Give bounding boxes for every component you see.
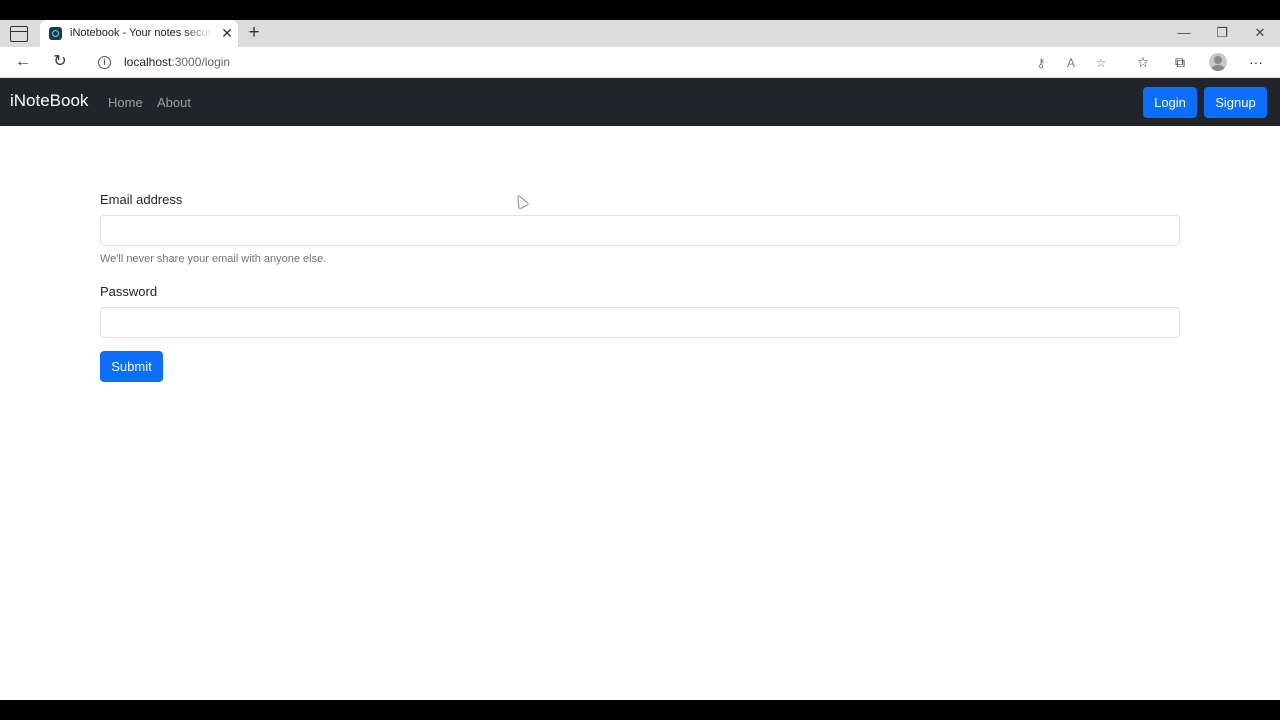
react-favicon-icon bbox=[49, 27, 62, 40]
url-host: localhost bbox=[124, 55, 172, 69]
restore-icon[interactable]: ❐ bbox=[1212, 24, 1232, 42]
password-key-icon[interactable]: ⚷ bbox=[1032, 54, 1050, 72]
more-options-icon[interactable]: ··· bbox=[1246, 52, 1266, 72]
profile-avatar[interactable] bbox=[1209, 53, 1227, 71]
window-close-icon[interactable]: ✕ bbox=[1250, 24, 1270, 42]
email-label: Email address bbox=[100, 192, 183, 207]
browser-window: iNotebook - Your notes secured on the cl… bbox=[0, 20, 1280, 700]
url-text[interactable]: localhost:3000/login bbox=[124, 55, 230, 69]
address-bar[interactable]: i localhost:3000/login ⚷ A ☆ bbox=[86, 50, 1120, 75]
site-navbar: iNoteBook Home About Login Signup bbox=[0, 78, 1280, 126]
signup-button[interactable]: Signup bbox=[1204, 87, 1267, 118]
screen: iNotebook - Your notes secured on the cl… bbox=[0, 0, 1280, 720]
browser-tab[interactable]: iNotebook - Your notes secured on the cl… bbox=[40, 20, 238, 47]
site-info-icon[interactable]: i bbox=[98, 56, 111, 69]
password-field[interactable] bbox=[100, 307, 1180, 338]
tab-actions-icon[interactable] bbox=[10, 26, 28, 42]
refresh-icon[interactable]: ↻ bbox=[49, 51, 71, 73]
nav-link-about[interactable]: About bbox=[157, 95, 191, 110]
submit-button[interactable]: Submit bbox=[100, 351, 163, 382]
tab-strip: iNotebook - Your notes secured on the cl… bbox=[0, 20, 1280, 47]
collections-icon[interactable]: ⧉ bbox=[1170, 52, 1190, 72]
tab-title: iNotebook - Your notes secured on the cl… bbox=[70, 27, 212, 39]
nav-link-home[interactable]: Home bbox=[108, 95, 143, 110]
email-help-text: We'll never share your email with anyone… bbox=[100, 253, 327, 265]
page-viewport: iNoteBook Home About Login Signup Email … bbox=[0, 78, 1280, 700]
login-button[interactable]: Login bbox=[1143, 87, 1197, 118]
url-path: :3000/login bbox=[171, 55, 231, 69]
add-favorite-icon[interactable]: ☆ bbox=[1092, 54, 1110, 72]
browser-toolbar: ← ↻ i localhost:3000/login ⚷ A ☆ ☆ ⧉ ··· bbox=[0, 47, 1280, 78]
read-aloud-icon[interactable]: A bbox=[1062, 54, 1080, 72]
email-field[interactable] bbox=[100, 215, 1180, 246]
minimize-icon[interactable]: — bbox=[1174, 24, 1194, 42]
favorites-icon[interactable]: ☆ bbox=[1133, 52, 1153, 72]
new-tab-icon[interactable]: + bbox=[246, 23, 262, 43]
back-icon[interactable]: ← bbox=[12, 51, 34, 73]
tab-close-icon[interactable]: ✕ bbox=[220, 25, 234, 41]
password-label: Password bbox=[100, 284, 158, 299]
navbar-brand[interactable]: iNoteBook bbox=[10, 91, 88, 111]
